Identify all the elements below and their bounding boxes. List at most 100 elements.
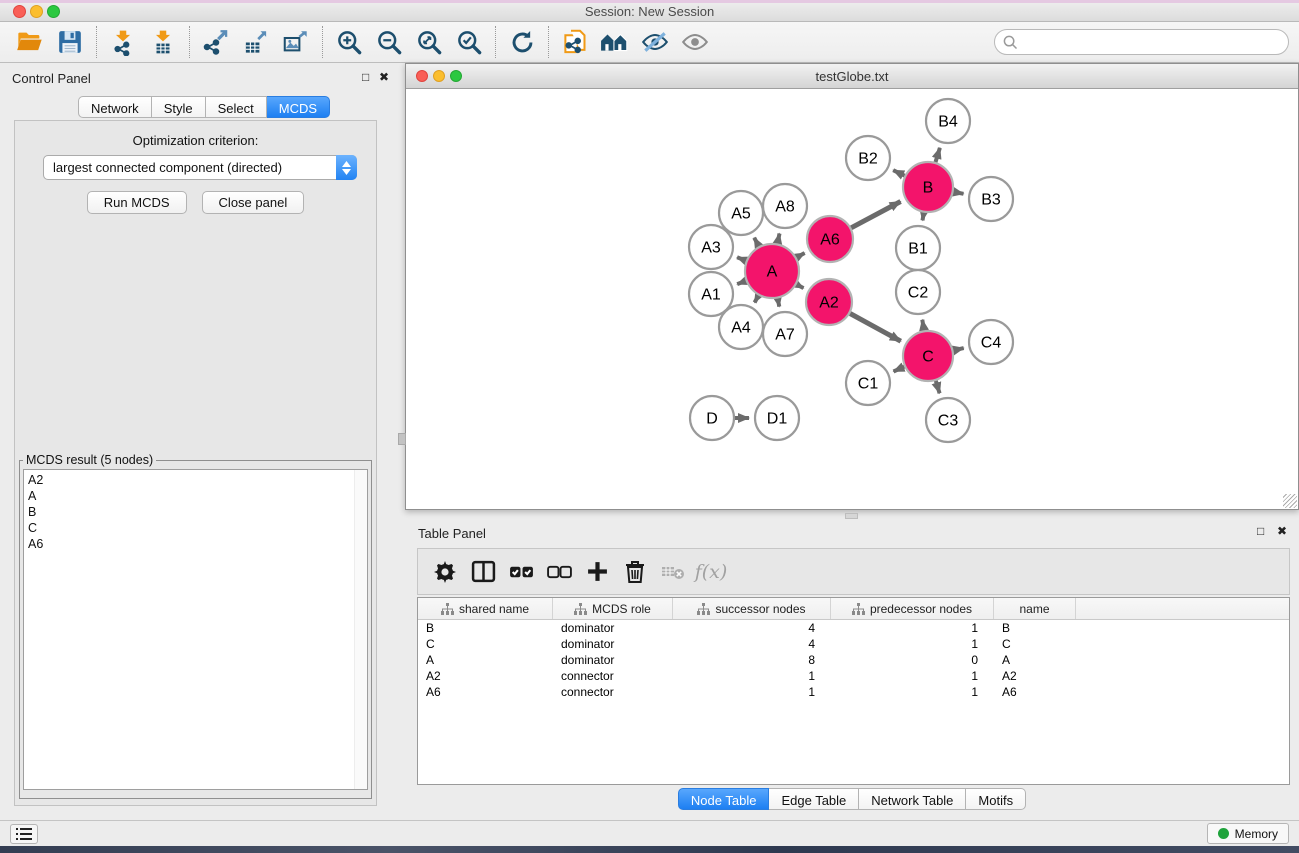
task-history-button[interactable] [10,824,38,844]
hide-view-icon[interactable] [635,24,675,60]
tab-node-table[interactable]: Node Table [678,788,770,810]
tab-select[interactable]: Select [206,96,267,118]
run-mcds-button[interactable]: Run MCDS [87,191,187,214]
node-C3[interactable]: C3 [926,398,970,442]
tab-mcds[interactable]: MCDS [267,96,330,118]
mcds-result-item[interactable]: C [28,520,367,536]
table-row[interactable]: A6connector11A6 [418,684,1289,700]
column-header-shared-name[interactable]: shared name [418,598,553,619]
node-B[interactable]: B [903,162,953,212]
edge-C-C4[interactable] [953,348,963,350]
node-A[interactable]: A [745,244,799,298]
mcds-result-item[interactable]: A6 [28,536,367,552]
export-image-icon[interactable] [276,24,316,60]
node-A6[interactable]: A6 [807,216,853,262]
edge-A6-B[interactable] [851,202,900,228]
refresh-layout-icon[interactable] [502,24,542,60]
edge-B-B2[interactable] [893,170,904,176]
node-D[interactable]: D [690,396,734,440]
result-scrollbar[interactable] [354,470,367,789]
zoom-out-icon[interactable] [369,24,409,60]
tab-network-table[interactable]: Network Table [859,788,966,810]
node-C[interactable]: C [903,331,953,381]
table-close-icon[interactable]: ✖ [1277,524,1287,538]
column-header-successor-nodes[interactable]: successor nodes [673,598,831,619]
float-panel-icon[interactable]: □ [362,70,369,84]
create-column-icon[interactable] [578,553,616,591]
network-canvas[interactable]: B4B2BB3A8A5A6A3B1AA1C2A2A4A7C4CC1C3DD1 [406,89,1298,509]
zoom-selected-icon[interactable] [449,24,489,60]
mcds-result-item[interactable]: A [28,488,367,504]
node-A3[interactable]: A3 [689,225,733,269]
node-A7[interactable]: A7 [763,312,807,356]
edge-A-A3[interactable] [737,257,746,260]
select-all-rows-icon[interactable] [502,553,540,591]
node-A8[interactable]: A8 [763,184,807,228]
table-float-icon[interactable]: □ [1257,524,1264,538]
table-row[interactable]: Bdominator41B [418,620,1289,636]
delete-columns-icon[interactable] [616,553,654,591]
node-A4[interactable]: A4 [719,305,763,349]
node-D1[interactable]: D1 [755,396,799,440]
edge-A-A2[interactable] [797,284,804,288]
mcds-result-list[interactable]: A2ABCA6 [23,469,368,790]
tab-edge-table[interactable]: Edge Table [769,788,859,810]
memory-button[interactable]: Memory [1207,823,1289,844]
node-table[interactable]: shared nameMCDS rolesuccessor nodesprede… [417,597,1290,785]
edge-A-A4[interactable] [755,296,759,303]
import-network-icon[interactable] [103,24,143,60]
edge-B-B1[interactable] [923,213,924,221]
save-session-icon[interactable] [50,24,90,60]
criterion-dropdown[interactable]: largest connected component (directed) [43,155,357,180]
tab-style[interactable]: Style [152,96,206,118]
search-box[interactable] [994,29,1289,55]
table-row[interactable]: A2connector11A2 [418,668,1289,684]
table-row[interactable]: Cdominator41C [418,636,1289,652]
edge-C-C3[interactable] [936,381,940,394]
table-mode-gear-icon[interactable] [426,553,464,591]
mcds-result-item[interactable]: B [28,504,367,520]
close-panel-button[interactable]: Close panel [202,191,305,214]
tab-motifs[interactable]: Motifs [966,788,1026,810]
node-C4[interactable]: C4 [969,320,1013,364]
deselect-all-rows-icon[interactable] [540,553,578,591]
zoom-fit-icon[interactable] [409,24,449,60]
node-B2[interactable]: B2 [846,136,890,180]
edge-C-C2[interactable] [922,320,924,331]
node-B3[interactable]: B3 [969,177,1013,221]
window-resize-grip[interactable] [1283,494,1297,508]
clone-network-icon[interactable] [555,24,595,60]
node-A5[interactable]: A5 [719,191,763,235]
node-B4[interactable]: B4 [926,99,970,143]
node-A2[interactable]: A2 [806,279,852,325]
edge-A-A5[interactable] [754,238,759,247]
export-table-icon[interactable] [236,24,276,60]
network-window-titlebar[interactable]: testGlobe.txt [406,64,1298,89]
edge-A-A6[interactable] [797,253,805,258]
edge-B-B3[interactable] [954,192,964,194]
edge-A-A8[interactable] [778,234,780,244]
tab-network[interactable]: Network [78,96,152,118]
node-B1[interactable]: B1 [896,226,940,270]
show-view-icon[interactable] [675,24,715,60]
horizontal-splitter-handle[interactable] [845,513,858,519]
edge-A2-C[interactable] [850,314,901,342]
node-C2[interactable]: C2 [896,270,940,314]
show-columns-icon[interactable] [464,553,502,591]
open-session-icon[interactable] [10,24,50,60]
table-row[interactable]: Adominator80A [418,652,1289,668]
edge-C-C1[interactable] [894,367,905,372]
import-table-icon[interactable] [143,24,183,60]
node-C1[interactable]: C1 [846,361,890,405]
close-panel-icon[interactable]: ✖ [379,70,389,84]
column-header-predecessor-nodes[interactable]: predecessor nodes [831,598,994,619]
column-header-MCDS-role[interactable]: MCDS role [553,598,673,619]
mcds-result-item[interactable]: A2 [28,472,367,488]
zoom-in-icon[interactable] [329,24,369,60]
column-header-name[interactable]: name [994,598,1076,619]
search-input[interactable] [1024,34,1280,51]
export-network-icon[interactable] [196,24,236,60]
vertical-splitter-handle[interactable] [398,433,406,445]
edge-A-A1[interactable] [737,281,746,284]
edge-A-A7[interactable] [778,298,780,306]
